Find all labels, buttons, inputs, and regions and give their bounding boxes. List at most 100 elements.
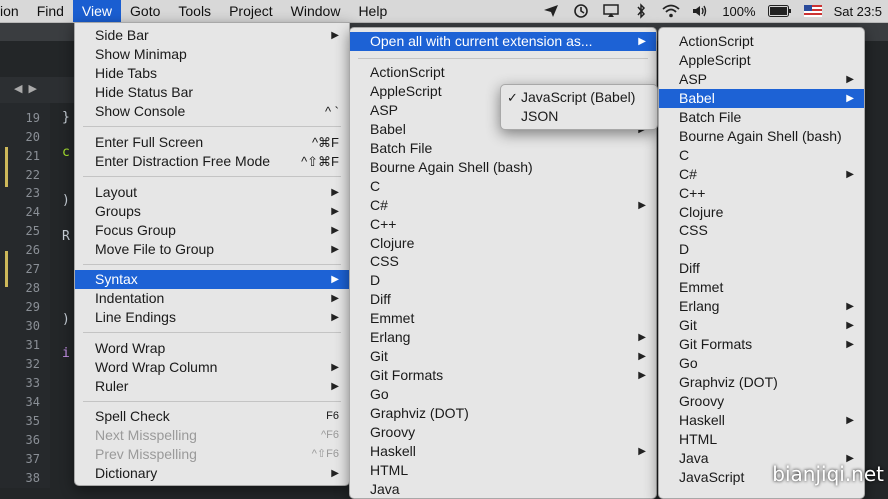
syntax-item[interactable]: Erlang ▶ [350,328,656,347]
syntax-item[interactable]: Go [350,385,656,404]
wifi-icon[interactable] [662,3,680,19]
babel-item-javascript[interactable]: ✓ JavaScript (Babel) [501,88,657,107]
menu-item-side-bar[interactable]: Side Bar ▶ [75,26,349,45]
us-flag-icon[interactable] [803,5,822,17]
menu-edit[interactable]: ion [0,0,28,22]
extension-item[interactable]: CSS [659,221,864,240]
menu-item-groups[interactable]: Groups ▶ [75,202,349,221]
line-number: 22 [25,168,40,182]
extension-item[interactable]: D [659,240,864,259]
menu-item-layout[interactable]: Layout ▶ [75,183,349,202]
extension-menu: ActionScript AppleScript ASP ▶ Babel ▶ Bat… [658,27,865,499]
nav-arrows-icon[interactable]: ◀▶ [14,82,43,95]
extension-item[interactable]: C [659,146,864,165]
menu-view[interactable]: View [72,0,122,22]
syntax-item[interactable]: HTML [350,461,656,480]
syntax-item[interactable]: ActionScript [350,63,656,82]
code-glyph: } [62,110,70,125]
syntax-item[interactable]: D [350,271,656,290]
menu-item-hide-tabs[interactable]: Hide Tabs [75,64,349,83]
menu-item-word-wrap-column[interactable]: Word Wrap Column ▶ [75,358,349,377]
syntax-item[interactable]: Haskell ▶ [350,442,656,461]
clock[interactable]: Sat 23:5 [834,4,882,19]
line-number: 21 [25,149,40,163]
airplay-icon[interactable] [602,3,620,19]
syntax-item[interactable]: Git Formats ▶ [350,366,656,385]
line-number: 29 [25,300,40,314]
extension-item[interactable]: Clojure [659,203,864,222]
syntax-item[interactable]: Groovy [350,423,656,442]
syntax-item[interactable]: Graphviz (DOT) [350,404,656,423]
volume-icon[interactable] [692,3,710,19]
menu-find[interactable]: Find [28,0,73,22]
extension-item-babel[interactable]: Babel ▶ [659,89,864,108]
menu-item-hide-status-bar[interactable]: Hide Status Bar [75,83,349,102]
line-number: 28 [25,281,40,295]
menu-help[interactable]: Help [349,0,396,22]
extension-item[interactable]: Haskell ▶ [659,411,864,430]
menu-window[interactable]: Window [282,0,350,22]
extension-item[interactable]: Groovy [659,392,864,411]
extension-item[interactable]: Graphviz (DOT) [659,373,864,392]
extension-item[interactable]: AppleScript [659,51,864,70]
code-glyph: ) [62,312,70,327]
syntax-item[interactable]: C [350,177,656,196]
extension-item[interactable]: Bourne Again Shell (bash) [659,127,864,146]
menu-separator [83,176,341,177]
menu-item-distraction-free[interactable]: Enter Distraction Free Mode ^⇧⌘F [75,152,349,171]
syntax-item[interactable]: Java [350,480,656,498]
syntax-item[interactable]: Diff [350,290,656,309]
babel-item-json[interactable]: JSON [501,107,657,126]
syntax-item[interactable]: Bourne Again Shell (bash) [350,158,656,177]
send-icon[interactable] [542,3,560,19]
syntax-item[interactable]: CSS [350,252,656,271]
syntax-item[interactable]: Batch File [350,139,656,158]
menu-project[interactable]: Project [220,0,282,22]
view-menu: Side Bar ▶ Show Minimap Hide Tabs Hide St… [74,22,350,486]
extension-item[interactable]: Go [659,354,864,373]
code-glyph: c [62,145,70,160]
battery-percent: 100% [722,3,756,19]
menu-item-syntax[interactable]: Syntax ▶ [75,270,349,289]
menu-tools[interactable]: Tools [169,0,220,22]
extension-item[interactable]: HTML [659,430,864,449]
syntax-item[interactable]: Git ▶ [350,347,656,366]
menu-item-spell-check[interactable]: Spell Check F6 [75,407,349,426]
extension-item[interactable]: ActionScript [659,32,864,51]
extension-item[interactable]: Diff [659,259,864,278]
menu-item-line-endings[interactable]: Line Endings ▶ [75,308,349,327]
extension-item[interactable]: Erlang ▶ [659,297,864,316]
menu-item-enter-full-screen[interactable]: Enter Full Screen ^⌘F [75,133,349,152]
menu-bar: ion Find View Goto Tools Project Window … [0,0,888,23]
syntax-item[interactable]: C++ [350,215,656,234]
line-number: 30 [25,319,40,333]
menu-item-dictionary[interactable]: Dictionary ▶ [75,464,349,483]
menu-item-move-file-to-group[interactable]: Move File to Group ▶ [75,240,349,259]
line-number: 33 [25,376,40,390]
menu-item-ruler[interactable]: Ruler ▶ [75,377,349,396]
extension-item[interactable]: C++ [659,184,864,203]
syntax-item[interactable]: Clojure [350,234,656,253]
extension-item[interactable]: ASP ▶ [659,70,864,89]
menu-goto[interactable]: Goto [121,0,169,22]
syntax-item[interactable]: C# ▶ [350,196,656,215]
time-machine-icon[interactable] [572,3,590,19]
bluetooth-icon[interactable] [632,3,650,19]
menu-item-show-minimap[interactable]: Show Minimap [75,45,349,64]
menu-item-indentation[interactable]: Indentation ▶ [75,289,349,308]
syntax-item[interactable]: Emmet [350,309,656,328]
extension-item[interactable]: Git ▶ [659,316,864,335]
battery-icon[interactable] [767,3,792,19]
menu-item-open-all-with-extension[interactable]: Open all with current extension as... ▶ [350,32,656,51]
line-number: 26 [25,243,40,257]
extension-item[interactable]: Git Formats ▶ [659,335,864,354]
line-number: 34 [25,395,40,409]
menu-item-focus-group[interactable]: Focus Group ▶ [75,221,349,240]
extension-item[interactable]: C# ▶ [659,165,864,184]
extension-item[interactable]: Batch File [659,108,864,127]
menu-item-show-console[interactable]: Show Console ^ ` [75,102,349,121]
menu-item-word-wrap[interactable]: Word Wrap [75,339,349,358]
line-number: 24 [25,205,40,219]
extension-item[interactable]: Emmet [659,278,864,297]
menu-separator [83,264,341,265]
